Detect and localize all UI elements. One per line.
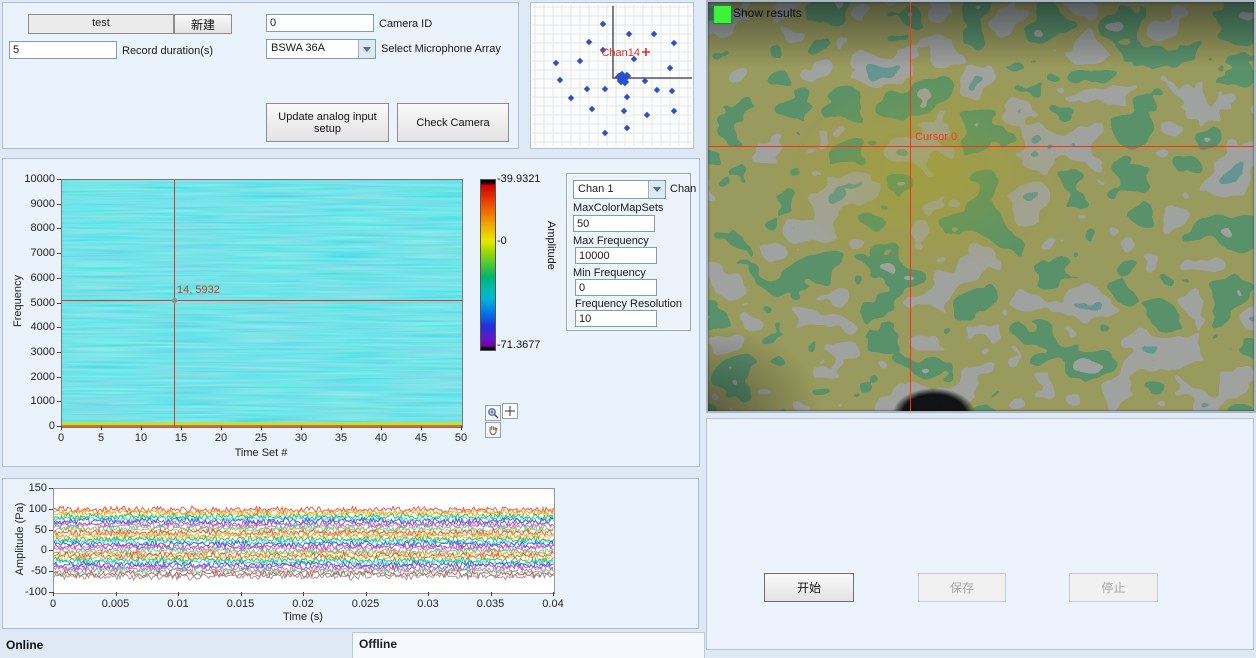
wf-x-tick: 0.02 — [281, 598, 325, 610]
max-colormap-input[interactable]: 50 — [573, 215, 655, 232]
hand-icon — [487, 424, 499, 436]
spec-x-tick: 40 — [359, 432, 403, 444]
camera-id-input[interactable]: 0 — [266, 14, 374, 32]
tab-online[interactable]: Online — [6, 638, 43, 652]
waveform-traces — [54, 489, 554, 593]
channel-select-label: Chan — [670, 183, 696, 195]
colorbar-max-label: -39.9321 — [497, 173, 540, 185]
spec-x-tick: 45 — [399, 432, 443, 444]
spec-y-tick: 8000 — [9, 222, 55, 234]
spec-y-tick: 9000 — [9, 198, 55, 210]
svg-text:Chan14: Chan14 — [601, 47, 640, 59]
camera-cursor-hline[interactable] — [708, 146, 1254, 147]
camera-cursor-label: Cursor 0 — [915, 131, 957, 143]
analysis-controls-box: Chan 1 Chan MaxColorMapSets 50 Max Frequ… — [566, 173, 691, 331]
session-name-field[interactable]: test — [28, 14, 174, 34]
mic-array-panel: Chan14 — [530, 2, 694, 149]
mic-array-value: BSWA 36A — [271, 42, 357, 54]
spec-y-tick: 2000 — [9, 371, 55, 383]
spec-x-tick: 25 — [239, 432, 283, 444]
spec-x-tick: 15 — [159, 432, 203, 444]
acoustic-map-image — [708, 2, 1254, 411]
wf-x-tick: 0.01 — [156, 598, 200, 610]
spec-x-tick: 35 — [319, 432, 363, 444]
spectrogram-image — [62, 180, 462, 427]
camera-id-label: Camera ID — [379, 18, 432, 30]
channel-select-value: Chan 1 — [578, 183, 647, 195]
spectrogram-x-axis-title: Time Set # — [61, 447, 461, 459]
colorbar-title: Amplitude — [545, 221, 557, 270]
spec-x-tick: 30 — [279, 432, 323, 444]
chevron-down-icon[interactable] — [358, 40, 375, 58]
min-frequency-input[interactable]: 0 — [575, 279, 657, 296]
mic-array-plot[interactable]: Chan14 — [531, 3, 693, 147]
chevron-down-icon[interactable] — [648, 181, 665, 198]
spec-y-tick: 10000 — [9, 173, 55, 185]
wf-x-tick: 0 — [31, 598, 75, 610]
spectrogram-panel: 14, 5932 0100020003000400050006000700080… — [2, 158, 700, 467]
record-duration-label: Record duration(s) — [122, 45, 213, 57]
new-session-button[interactable]: 新建 — [174, 14, 232, 34]
wf-x-tick: 0.03 — [406, 598, 450, 610]
amplitude-colorbar — [480, 179, 496, 351]
wf-x-tick: 0.005 — [94, 598, 138, 610]
colorbar-mid-label: -0 — [497, 235, 507, 247]
record-duration-input[interactable]: 5 — [9, 41, 117, 59]
spec-x-tick: 20 — [199, 432, 243, 444]
min-frequency-label: Min Frequency — [573, 267, 646, 279]
spec-x-tick: 0 — [39, 432, 83, 444]
update-analog-input-button[interactable]: Update analog input setup — [266, 103, 389, 142]
action-panel: 开始 保存 停止 — [706, 418, 1254, 650]
wf-x-tick: 0.04 — [531, 598, 575, 610]
spec-x-tick: 10 — [119, 432, 163, 444]
max-colormap-label: MaxColorMapSets — [573, 202, 663, 214]
spec-y-tick: 0 — [9, 420, 55, 432]
show-results-checkbox[interactable] — [713, 5, 732, 24]
camera-result-view[interactable]: Cursor 0 Show results — [706, 0, 1256, 413]
wf-x-tick: 0.025 — [344, 598, 388, 610]
mic-array-label: Select Microphone Array — [381, 43, 501, 55]
colorbar-min-label: -71.3677 — [497, 339, 540, 351]
tab-offline[interactable]: Offline — [352, 632, 705, 658]
spectrogram-cursor-hline[interactable] — [62, 300, 462, 301]
stop-button[interactable]: 停止 — [1069, 573, 1158, 602]
show-results-label: Show results — [733, 6, 802, 20]
waveform-plot[interactable] — [53, 488, 555, 594]
camera-cursor-vline[interactable] — [910, 2, 911, 411]
spec-y-tick: 1000 — [9, 395, 55, 407]
spectrogram-y-axis-title: Frequency — [12, 246, 24, 356]
frequency-resolution-label: Frequency Resolution — [575, 298, 682, 310]
waveform-y-axis-title: Amplitude (Pa) — [14, 489, 26, 589]
max-frequency-label: Max Frequency — [573, 235, 649, 247]
save-button[interactable]: 保存 — [918, 573, 1006, 602]
spec-x-tick: 5 — [79, 432, 123, 444]
pan-tool-button[interactable] — [485, 422, 501, 438]
spec-x-tick: 50 — [439, 432, 483, 444]
magnifier-icon — [487, 407, 499, 419]
waveform-x-axis-title: Time (s) — [53, 611, 553, 623]
tab-offline-label: Offline — [359, 637, 397, 651]
start-button[interactable]: 开始 — [764, 573, 854, 602]
zoom-tool-button[interactable] — [485, 405, 501, 421]
check-camera-button[interactable]: Check Camera — [397, 103, 509, 142]
wf-x-tick: 0.035 — [469, 598, 513, 610]
setup-panel: test 新建 5 Record duration(s) 0 Camera ID… — [2, 2, 519, 149]
waveform-panel: 150100500-50-10000.0050.010.0150.020.025… — [2, 478, 699, 629]
mic-array-select[interactable]: BSWA 36A — [266, 39, 376, 59]
spectrogram-cursor-label: 14, 5932 — [177, 284, 220, 296]
wf-x-tick: 0.015 — [219, 598, 263, 610]
cursor-tool-button[interactable] — [502, 403, 518, 419]
frequency-resolution-input[interactable]: 10 — [575, 310, 657, 327]
max-frequency-input[interactable]: 10000 — [575, 247, 657, 264]
channel-select[interactable]: Chan 1 — [573, 180, 666, 199]
plus-icon — [504, 405, 516, 417]
spectrogram-plot[interactable]: 14, 5932 — [61, 179, 463, 428]
